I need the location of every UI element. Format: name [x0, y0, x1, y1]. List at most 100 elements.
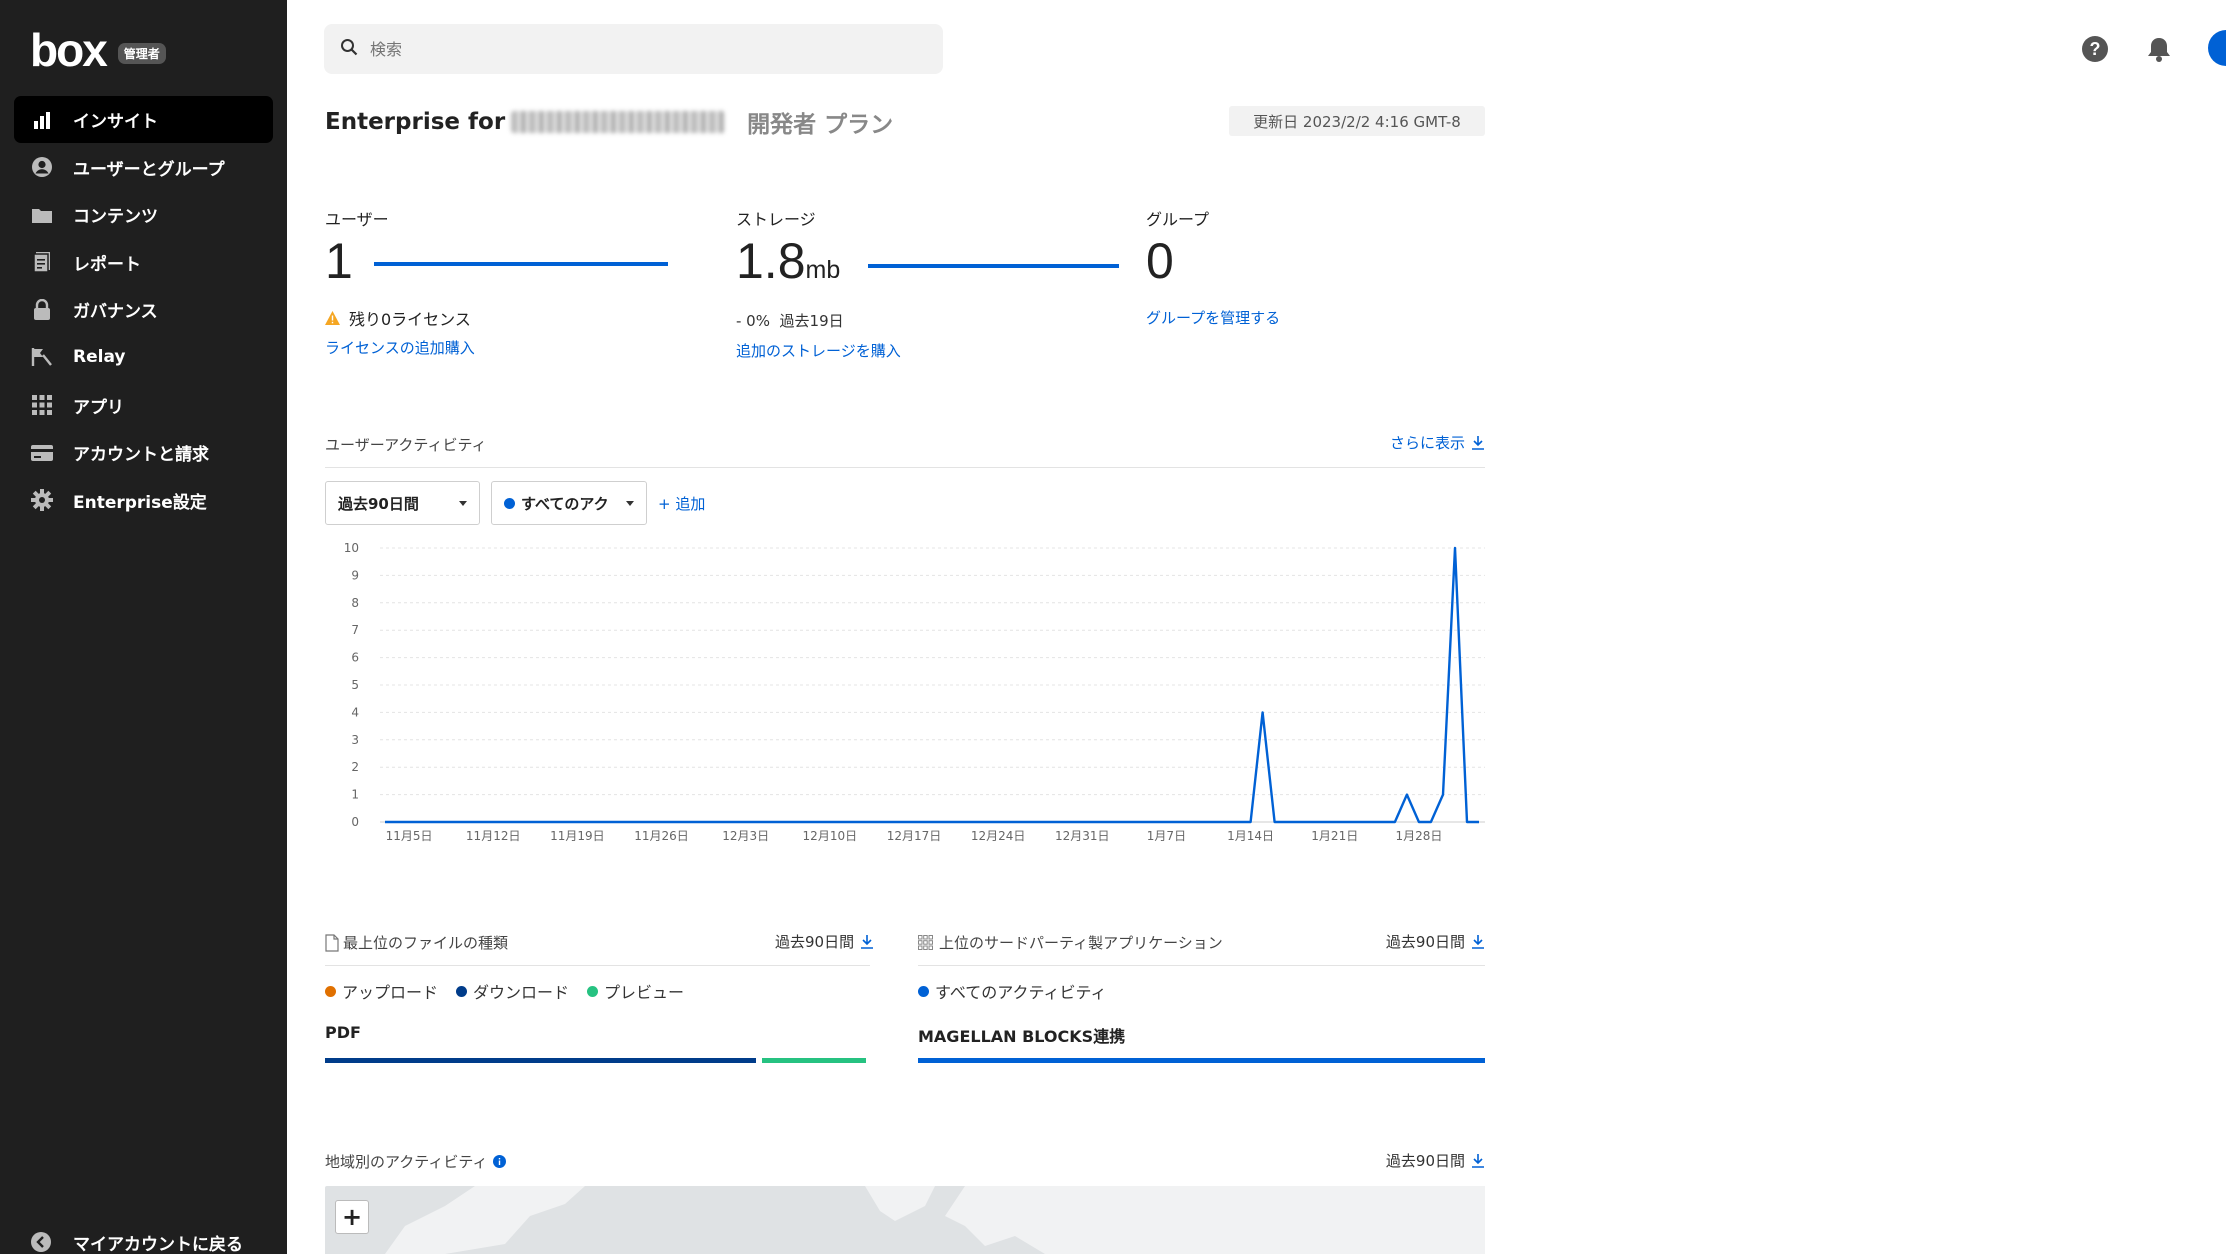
x-tick-label: 1月21日 — [1311, 829, 1358, 843]
legend-upload-label: アップロード — [342, 983, 439, 1002]
x-tick-label: 1月14日 — [1227, 829, 1274, 843]
credit-card-icon — [30, 441, 54, 465]
apps-grid-icon — [918, 935, 933, 950]
legend-all-activity: すべてのアクティビティ — [918, 979, 1107, 1003]
apps-period: 過去90日間 — [1385, 933, 1465, 951]
search-icon — [340, 38, 358, 60]
download-bar — [325, 1058, 756, 1063]
bar-chart-icon — [30, 108, 54, 132]
enterprise-title-prefix: Enterprise for — [325, 109, 506, 135]
app-row-label: MAGELLAN BLOCKS連携 — [918, 1027, 1126, 1046]
info-icon[interactable] — [493, 1155, 507, 1168]
apps-period-link[interactable]: 過去90日間 — [1386, 931, 1485, 952]
search-bar[interactable] — [324, 24, 943, 74]
logo-text: box — [30, 24, 108, 76]
warning-icon — [325, 311, 340, 325]
gear-icon — [30, 488, 54, 512]
activity-type-select[interactable]: すべてのアク — [491, 481, 647, 525]
report-icon — [30, 250, 54, 274]
storage-stat-value: 1.8mb — [736, 236, 840, 286]
folder-icon — [30, 203, 54, 227]
user-circle-icon — [30, 155, 54, 179]
storage-stat-label: ストレージ — [736, 210, 816, 229]
sidebar-item-label: Enterprise設定 — [73, 492, 207, 513]
back-to-my-account-link[interactable]: マイアカウントに戻る — [30, 1230, 243, 1254]
legend-dot — [918, 985, 929, 997]
sidebar-item-label: ガバナンス — [73, 302, 158, 323]
top-file-types-label: 最上位のファイルの種類 — [343, 934, 509, 952]
sidebar-item-governance[interactable]: ガバナンス — [14, 286, 273, 333]
user-activity-chart: 0 1 2 3 4 5 6 7 8 9 10 11月5日 11月12日 11月19日 11月26日 12月3日… — [344, 541, 1485, 843]
sidebar-item-reports[interactable]: レポート — [14, 239, 273, 286]
relay-flag-icon — [30, 345, 54, 369]
search-input[interactable] — [370, 39, 910, 59]
sidebar-item-apps[interactable]: アプリ — [14, 382, 273, 429]
geo-activity-title: 地域別のアクティビティ — [325, 1151, 507, 1172]
sidebar-item-content[interactable]: コンテンツ — [14, 191, 273, 238]
show-more-link[interactable]: さらに表示 — [1390, 432, 1485, 453]
download-icon — [860, 934, 874, 950]
sidebar-item-relay[interactable]: Relay — [14, 334, 273, 381]
groups-stat-value: 0 — [1146, 233, 1174, 289]
user-avatar[interactable] — [2208, 30, 2226, 66]
last-updated-badge: 更新日 2023/2/2 4:16 GMT-8 — [1229, 106, 1485, 136]
sidebar-item-users-groups[interactable]: ユーザーとグループ — [14, 144, 273, 191]
users-stat-label: ユーザー — [325, 210, 389, 229]
file-types-period-link[interactable]: 過去90日間 — [775, 931, 874, 952]
sidebar-nav: インサイト ユーザーとグループ コンテンツ レポート ガバナンス Relay ア… — [14, 96, 273, 524]
storage-change: - 0% — [736, 312, 770, 330]
sidebar-item-label: コンテンツ — [73, 207, 158, 228]
sidebar-item-enterprise-settings[interactable]: Enterprise設定 — [14, 477, 273, 524]
divider — [918, 965, 1485, 966]
back-to-my-account-label: マイアカウントに戻る — [73, 1235, 243, 1254]
storage-stat-bar — [868, 264, 1119, 268]
show-more-label: さらに表示 — [1389, 434, 1465, 452]
legend-dot — [325, 985, 336, 997]
legend-download: ダウンロード — [456, 979, 569, 1003]
top-file-types-title: 最上位のファイルの種類 — [325, 932, 508, 953]
x-tick-label: 12月10日 — [803, 829, 858, 843]
enterprise-title: Enterprise for 開発者 プラン — [325, 105, 893, 139]
x-tick-label: 12月3日 — [722, 829, 769, 843]
sidebar-item-label: ユーザーとグループ — [73, 159, 225, 180]
redacted-name — [511, 111, 726, 133]
sidebar-item-account-billing[interactable]: アカウントと請求 — [14, 429, 273, 476]
top-apps-title: 上位のサードパーティ製アプリケーション — [918, 932, 1223, 953]
apps-grid-icon — [30, 393, 54, 417]
users-stat-bar — [374, 262, 668, 266]
x-tick-label: 11月5日 — [386, 829, 433, 843]
y-tick-label: 4 — [351, 705, 359, 719]
x-tick-label: 12月31日 — [1055, 829, 1110, 843]
sidebar-item-label: アプリ — [73, 397, 124, 418]
buy-licenses-link[interactable]: ライセンスの追加購入 — [325, 337, 475, 358]
buy-storage-link[interactable]: 追加のストレージを購入 — [736, 340, 901, 361]
apps-legend: すべてのアクティビティ — [918, 979, 1125, 1003]
legend-dot — [587, 985, 599, 997]
manage-groups-link[interactable]: グループを管理する — [1146, 307, 1280, 328]
storage-period: 過去19日 — [779, 312, 844, 330]
box-logo[interactable]: box 管理者 — [30, 24, 166, 76]
file-types-legend: アップロード ダウンロード プレビュー — [325, 979, 702, 1003]
file-type-row-label: PDF — [325, 1023, 361, 1042]
geo-period-link[interactable]: 過去90日間 — [1386, 1150, 1485, 1171]
y-tick-label: 10 — [344, 541, 359, 555]
y-tick-label: 3 — [351, 733, 359, 747]
back-arrow-icon — [30, 1231, 54, 1254]
sidebar-item-label: レポート — [73, 254, 141, 275]
license-warning-text: 残り0ライセンス — [349, 310, 471, 329]
legend-download-label: ダウンロード — [473, 983, 570, 1002]
y-tick-label: 2 — [351, 760, 359, 774]
y-tick-label: 5 — [351, 678, 359, 692]
zoom-in-button[interactable]: + — [335, 1200, 369, 1234]
period-select[interactable]: 過去90日間 — [325, 481, 480, 525]
sidebar-item-insights[interactable]: インサイト — [14, 96, 273, 143]
legend-dot — [456, 985, 468, 997]
y-tick-label: 0 — [351, 815, 359, 829]
add-filter-link[interactable]: + 追加 — [658, 493, 705, 514]
x-tick-label: 12月17日 — [887, 829, 942, 843]
help-icon[interactable]: ? — [2081, 35, 2109, 63]
download-icon — [1471, 934, 1485, 950]
sidebar-item-label: Relay — [73, 347, 126, 368]
geo-activity-map[interactable]: + — [325, 1186, 1485, 1254]
notification-bell-icon[interactable] — [2145, 35, 2173, 63]
